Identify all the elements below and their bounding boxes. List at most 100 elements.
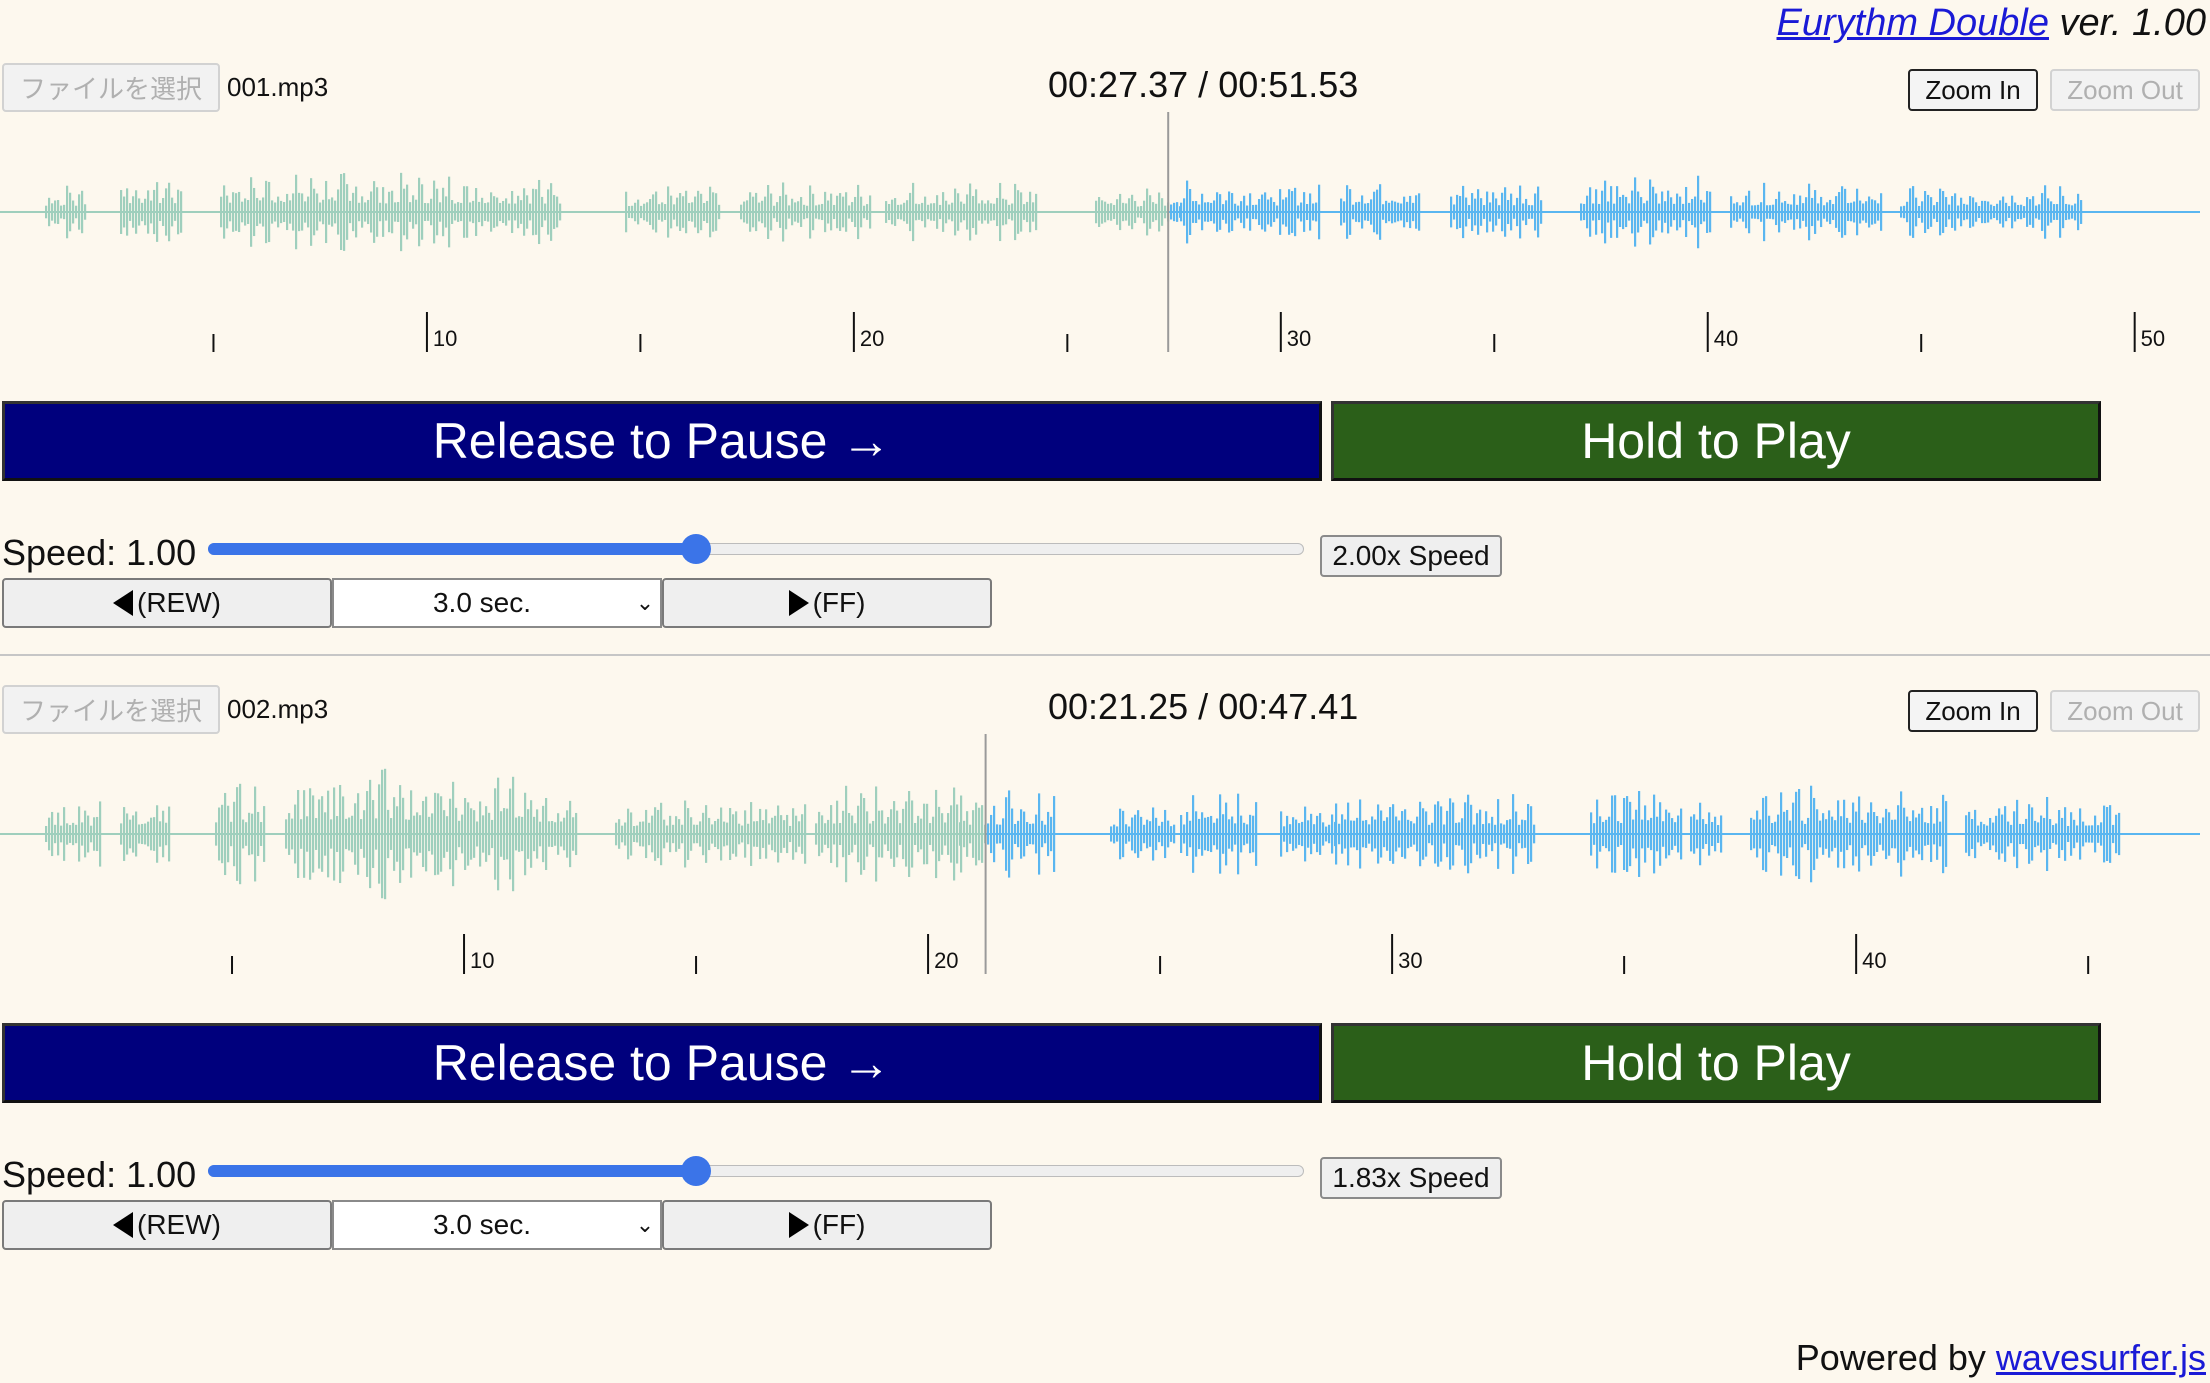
waveform-bar — [376, 187, 379, 237]
waveform-bar — [563, 817, 566, 851]
waveform-bar — [1035, 814, 1038, 854]
waveform-bar — [1476, 813, 1479, 855]
waveform-bar — [1032, 823, 1035, 845]
waveform-bar — [370, 191, 373, 233]
zoom-in-button[interactable]: Zoom In — [1908, 690, 2038, 732]
waveform-bar — [430, 198, 433, 226]
waveform-bar — [396, 806, 399, 862]
waveform-bar — [529, 203, 532, 221]
speed-slider-thumb[interactable] — [680, 534, 711, 564]
waveform-bar — [277, 196, 280, 228]
waveform-bar — [1912, 810, 1915, 858]
waveform-bar — [1762, 797, 1765, 871]
waveform-bar — [1641, 819, 1644, 849]
waveform-bar — [1467, 794, 1470, 874]
file-select-button[interactable]: ファイルを選択 — [2, 63, 220, 112]
rewind-button[interactable]: (REW) — [2, 578, 332, 628]
hold-to-play-button[interactable]: Hold to Play — [1331, 401, 2101, 481]
waveform-bar — [1751, 205, 1754, 219]
waveform-bar — [1500, 823, 1503, 845]
release-to-pause-button[interactable]: Release to Pause → — [2, 1023, 1322, 1103]
waveform-bar — [1355, 202, 1358, 222]
waveform-bar — [446, 816, 449, 852]
release-to-pause-button[interactable]: Release to Pause → — [2, 401, 1322, 481]
waveform-bar — [1219, 194, 1222, 230]
waveform-bar — [259, 200, 262, 224]
rewind-button[interactable]: (REW) — [2, 1200, 332, 1250]
waveform-bar — [2017, 204, 2020, 220]
waveform-bar — [1482, 824, 1485, 844]
waveform-bar — [1631, 190, 1634, 234]
zoom-out-button[interactable]: Zoom Out — [2050, 690, 2200, 732]
timeline-label: 30 — [1287, 326, 1311, 351]
wavesurfer-link[interactable]: wavesurfer.js — [1996, 1337, 2206, 1378]
waveform-bar — [1428, 824, 1431, 844]
time-separator: / — [1198, 64, 1209, 105]
speed-slider-thumb[interactable] — [680, 1156, 711, 1186]
waveform-bar — [706, 200, 709, 224]
waveform-bar — [1690, 816, 1693, 852]
waveform-bar — [1665, 809, 1668, 859]
waveform-bar — [1026, 822, 1029, 846]
waveform-bar — [1759, 819, 1762, 849]
waveform-bar — [2058, 810, 2061, 858]
waveform[interactable]: 10 20 30 40 50 — [0, 112, 2210, 352]
waveform-bar — [285, 819, 288, 849]
waveform-bar — [72, 200, 75, 224]
waveform-bar — [1313, 824, 1316, 844]
skip-interval-select[interactable]: 3.0 sec. ⌄ — [332, 1200, 662, 1250]
waveform-bar — [2061, 817, 2064, 851]
waveform-bar — [147, 190, 150, 234]
waveform-bar — [1473, 824, 1476, 844]
waveform[interactable]: 10 20 30 40 — [0, 734, 2210, 974]
file-select-button[interactable]: ファイルを選択 — [2, 685, 220, 734]
waveform-bar — [1534, 193, 1537, 231]
waveform-bar — [2056, 204, 2059, 220]
zoom-out-button[interactable]: Zoom Out — [2050, 69, 2200, 111]
waveform-bar — [655, 191, 658, 233]
waveform-bar — [1170, 204, 1173, 220]
skip-interval-select[interactable]: 3.0 sec. ⌄ — [332, 578, 662, 628]
waveform-bar — [1506, 820, 1509, 848]
waveform-bar — [845, 785, 848, 883]
waveform-bar — [906, 200, 909, 224]
app-title: Eurythm Double ver. 1.00 — [1777, 2, 2206, 45]
speed-preset-button[interactable]: 1.83x Speed — [1320, 1157, 1502, 1199]
waveform-bar — [936, 195, 939, 229]
fast-forward-button[interactable]: (FF) — [662, 578, 992, 628]
app-name-link[interactable]: Eurythm Double — [1777, 2, 2049, 44]
waveform-bar — [87, 815, 90, 853]
hold-to-play-button[interactable]: Hold to Play — [1331, 1023, 2101, 1103]
waveform-bar — [1850, 202, 1853, 222]
speed-slider[interactable] — [208, 534, 1304, 564]
waveform-bar — [556, 196, 559, 228]
waveform-bar — [412, 195, 415, 229]
fast-forward-button[interactable]: (FF) — [662, 1200, 992, 1250]
waveform-bar — [454, 203, 457, 221]
waveform-bar — [1300, 202, 1303, 222]
waveform-bar — [321, 796, 324, 872]
waveform-bar — [132, 815, 135, 853]
waveform-bar — [220, 196, 223, 228]
waveform-bar — [649, 199, 652, 225]
waveform-bar — [1879, 823, 1882, 845]
waveform-bar — [1119, 808, 1122, 860]
waveform-bar — [691, 202, 694, 222]
waveform-bar — [1155, 817, 1158, 851]
waveform-bar — [300, 819, 303, 849]
waveform-bar — [355, 186, 358, 238]
waveform-bar — [1512, 794, 1515, 874]
waveform-bar — [917, 815, 920, 853]
waveform-bar — [697, 190, 700, 234]
waveform-bar — [1292, 817, 1295, 851]
waveform-bar — [1819, 820, 1822, 848]
waveform-bar — [1370, 199, 1373, 225]
speed-preset-button[interactable]: 2.00x Speed — [1320, 535, 1502, 577]
waveform-bar — [69, 825, 72, 843]
zoom-in-button[interactable]: Zoom In — [1908, 69, 2038, 111]
waveform-bar — [1288, 189, 1291, 235]
waveform-bar — [1673, 203, 1676, 221]
waveform-bar — [1255, 204, 1258, 220]
speed-slider[interactable] — [208, 1156, 1304, 1186]
waveform-bar — [503, 808, 506, 860]
